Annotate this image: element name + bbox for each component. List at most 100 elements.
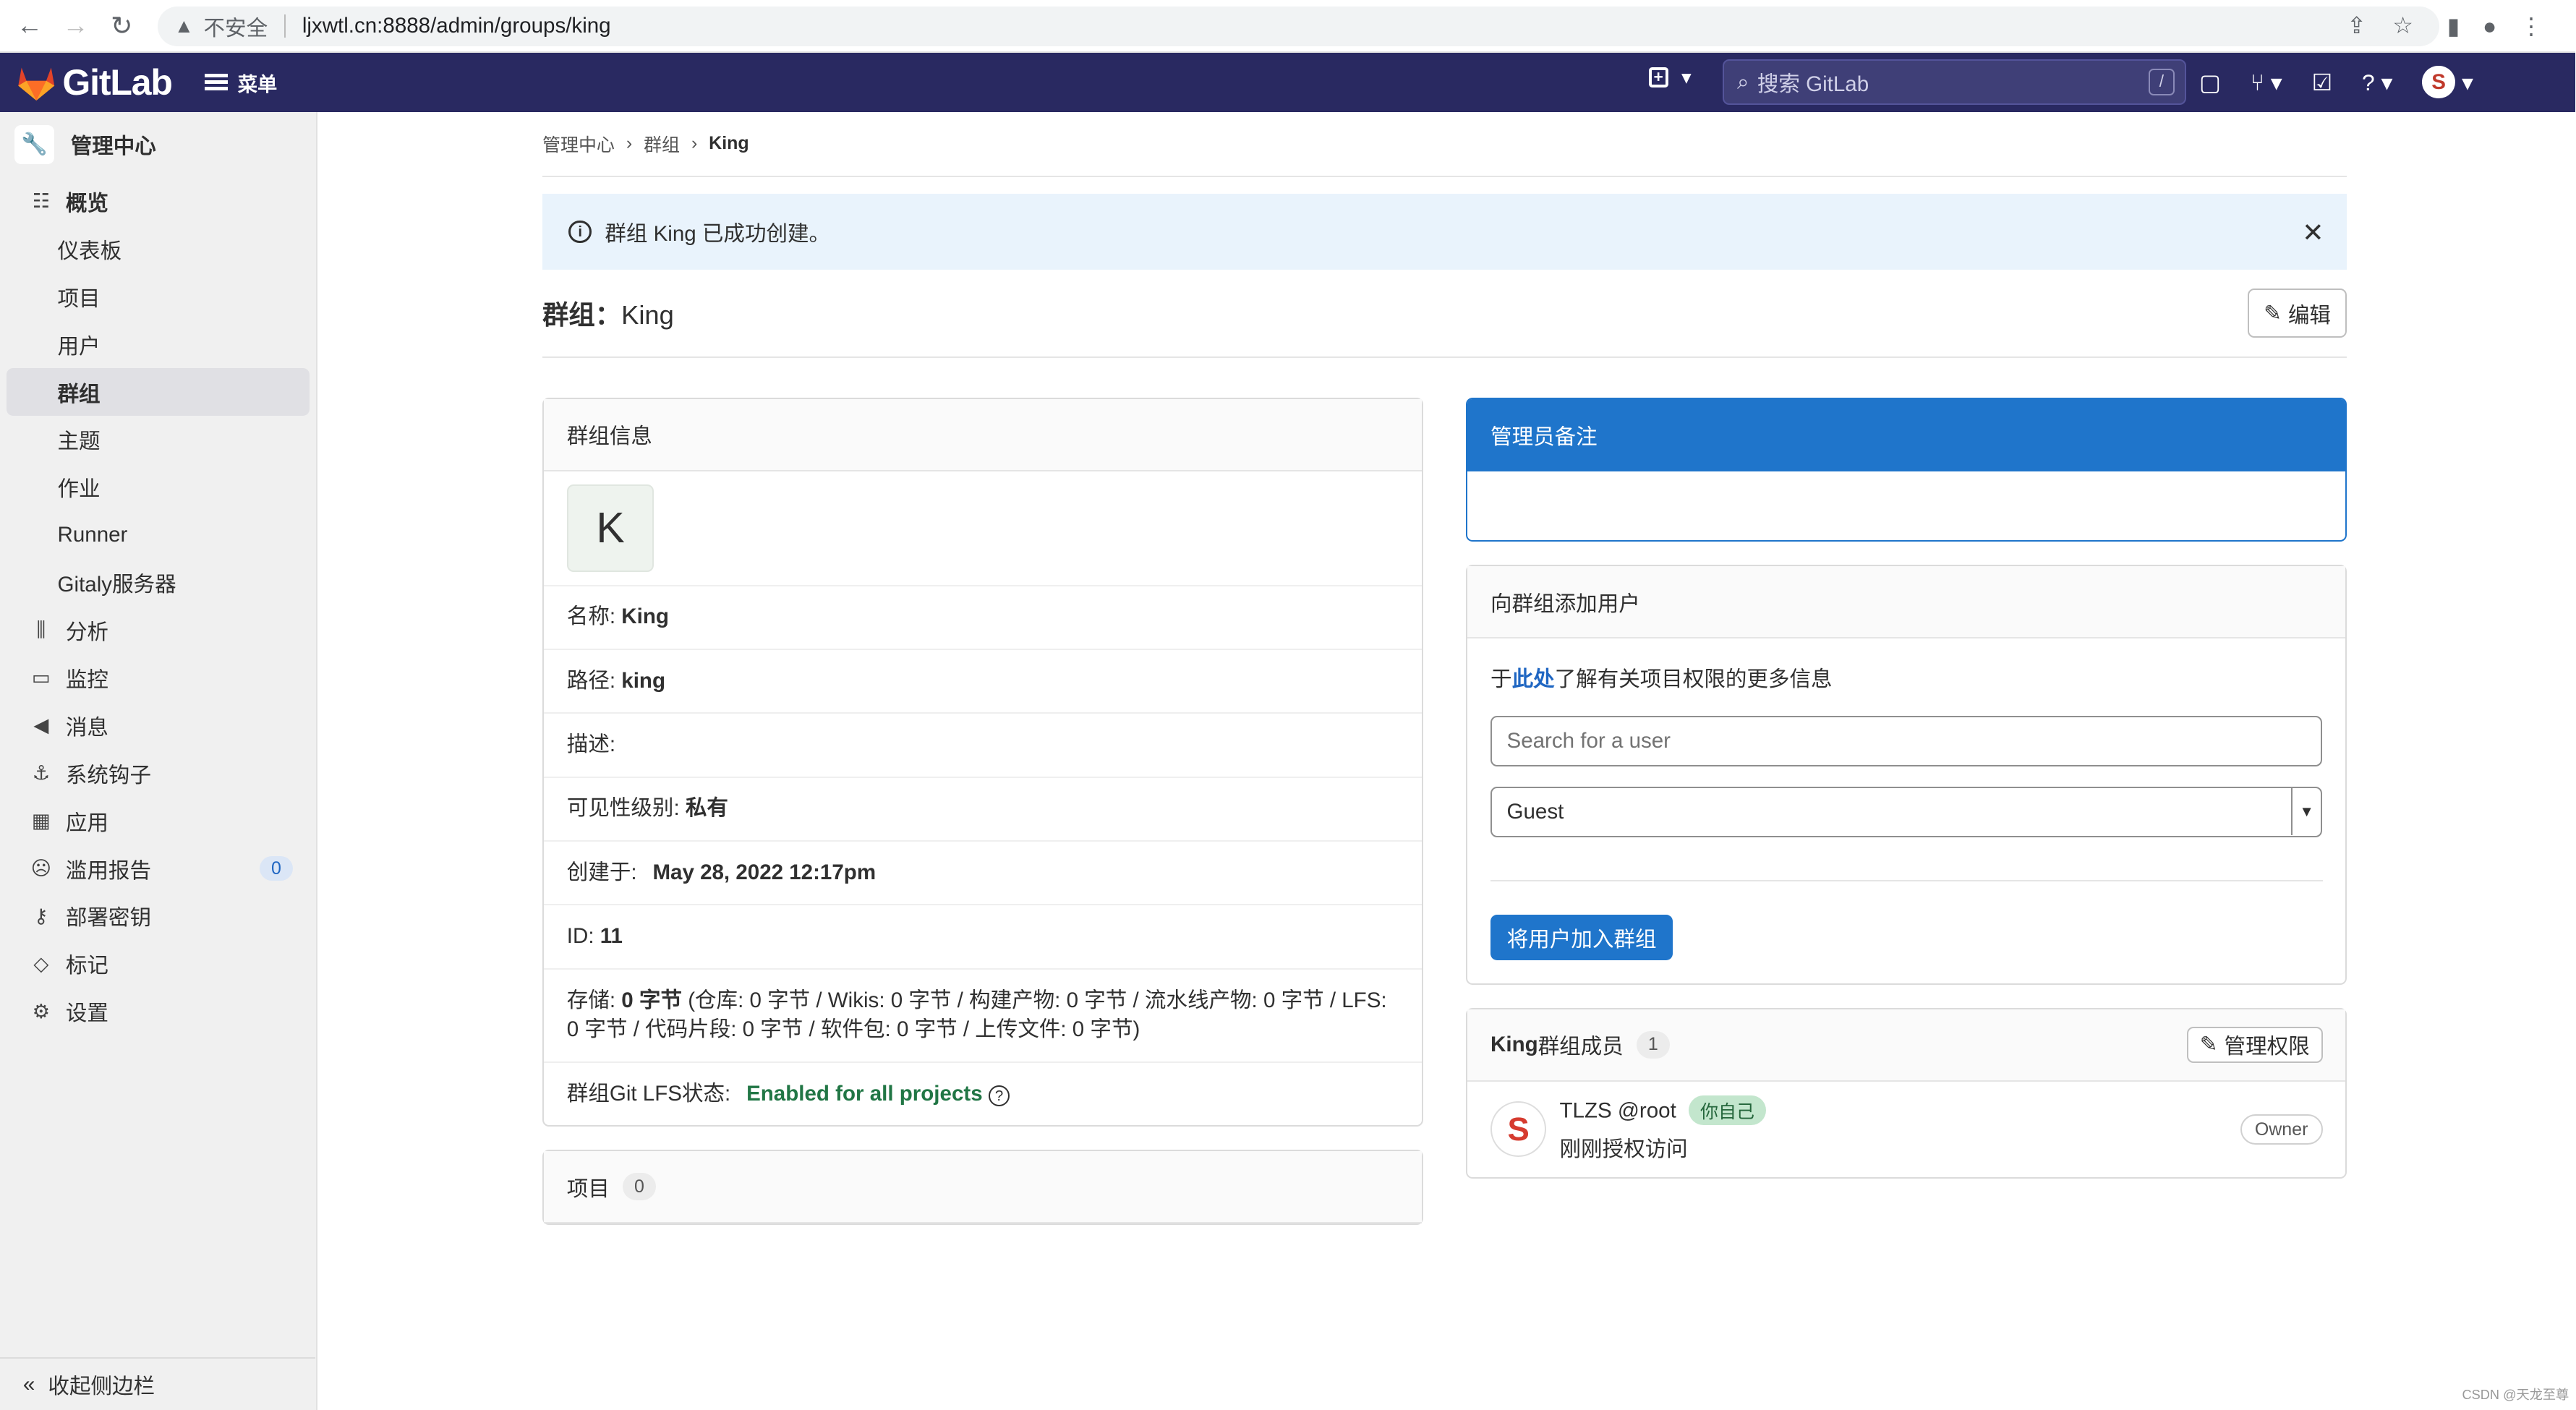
member-row[interactable]: S TLZS @root 你自己 刚刚授权访问 Owner <box>1467 1082 2345 1177</box>
field-label: 群组Git LFS状态: <box>566 1081 737 1106</box>
manage-access-button[interactable]: ✎ 管理权限 <box>2186 1026 2323 1063</box>
bookmark-star-icon[interactable]: ☆ <box>2392 12 2413 39</box>
tanuki-icon <box>17 67 54 101</box>
sidebar-item-users[interactable]: 用户 <box>7 320 309 368</box>
sidebar-item-label: 群组 <box>57 382 101 406</box>
breadcrumb-item[interactable]: 群组 <box>644 131 680 157</box>
sidebar-item-overview[interactable]: ☷ 概览 <box>7 177 309 225</box>
storage-detail: (仓库: 0 字节 / Wikis: 0 字节 / 构建产物: 0 字节 / 流… <box>566 988 1387 1042</box>
group-storage-row: 存储: 0 字节 (仓库: 0 字节 / Wikis: 0 字节 / 构建产物:… <box>543 970 1423 1064</box>
members-card: King 群组成员 1 ✎ 管理权限 S TLZS @root 你自己 刚刚授权… <box>1466 1007 2347 1179</box>
members-count-badge: 1 <box>1636 1030 1670 1059</box>
monitor-icon: ▭ <box>31 666 51 689</box>
sidebar-item-gitaly[interactable]: Gitaly服务器 <box>7 559 309 607</box>
sidebar-item-deploy-keys[interactable]: ⚷ 部署密钥 <box>7 892 309 940</box>
edit-button[interactable]: ✎ 编辑 <box>2247 288 2347 338</box>
todos-icon[interactable]: ☑ <box>2312 69 2333 96</box>
sidebar-item-label: Runner <box>57 522 128 547</box>
chevron-right-icon: › <box>691 133 698 154</box>
sidebar-item-label: 作业 <box>57 477 101 502</box>
edit-button-label: 编辑 <box>2287 303 2331 328</box>
sidebar-title[interactable]: 🔧 管理中心 <box>0 112 316 178</box>
sidebar-item-analytics[interactable]: ⫼ 分析 <box>7 607 309 654</box>
browser-toolbar: ← → ↻ ▲ 不安全 ljxwtl.cn:8888/admin/groups/… <box>0 0 2576 53</box>
sidebar-item-settings[interactable]: ⚙ 设置 <box>7 988 309 1035</box>
group-id-row: ID: 11 <box>543 905 1423 970</box>
label-icon: ◇ <box>33 952 49 975</box>
sidebar-item-applications[interactable]: ▦ 应用 <box>7 797 309 845</box>
search-placeholder: 搜索 GitLab <box>1757 72 1869 97</box>
members-heading: King 群组成员 1 ✎ 管理权限 <box>1467 1009 2346 1082</box>
permissions-help-link[interactable]: 此处 <box>1512 667 1555 691</box>
issues-icon[interactable]: ▢ <box>2199 69 2221 96</box>
menu-label: 菜单 <box>237 72 278 95</box>
avatar: S <box>1490 1101 1547 1158</box>
sidebar-item-monitoring[interactable]: ▭ 监控 <box>7 654 309 702</box>
admin-note-heading: 管理员备注 <box>1467 398 2346 471</box>
sidebar-item-projects[interactable]: 项目 <box>7 273 309 320</box>
analytics-icon: ⫼ <box>36 618 46 641</box>
group-description-row: 描述: <box>543 714 1423 778</box>
double-chevron-left-icon: « <box>22 1372 35 1396</box>
key-icon: ⚷ <box>33 904 48 927</box>
sidebar-item-jobs[interactable]: 作业 <box>7 463 309 511</box>
members-heading-suffix: 群组成员 <box>1538 1035 1624 1059</box>
success-alert: i 群组 King 已成功创建。 ✕ <box>542 194 2347 270</box>
sidebar-item-topics[interactable]: 主题 <box>7 416 309 463</box>
sidebar-item-label: 消息 <box>65 715 108 740</box>
field-label: 描述: <box>566 732 616 757</box>
gitlab-logo-text: GitLab <box>62 61 173 103</box>
add-user-to-group-button[interactable]: 将用户加入群组 <box>1490 914 1673 961</box>
collapse-sidebar-button[interactable]: « 收起侧边栏 <box>0 1357 316 1410</box>
plus-square-icon: + <box>1648 67 1668 87</box>
sidebar-item-system-hooks[interactable]: ⚓ 系统钩子 <box>7 749 309 797</box>
member-name: TLZS @root 你自己 <box>1559 1095 1766 1125</box>
field-label: 存储: <box>566 988 622 1012</box>
sidebar-item-labels[interactable]: ◇ 标记 <box>7 940 309 988</box>
projects-card: 项目 0 <box>542 1150 1424 1226</box>
breadcrumb-current[interactable]: King <box>709 133 749 154</box>
group-lfs-row: 群组Git LFS状态: Enabled for all projects ? <box>544 1063 1422 1125</box>
menu-button[interactable]: 菜单 <box>205 68 277 97</box>
sidebar-item-messages[interactable]: ◀ 消息 <box>7 701 309 749</box>
sidebar-item-label: 用户 <box>57 334 101 359</box>
member-info: TLZS @root 你自己 刚刚授权访问 <box>1559 1095 1766 1163</box>
sidebar-item-dashboard[interactable]: 仪表板 <box>7 225 309 273</box>
new-dropdown[interactable]: + ▾ <box>1648 66 1692 89</box>
sidebar-item-label: 监控 <box>65 667 108 692</box>
role-select[interactable]: Guest ▼ <box>1490 786 2323 837</box>
sidebar-item-groups[interactable]: 群组 <box>7 368 310 416</box>
help-icon[interactable]: ? ▾ <box>2362 69 2392 96</box>
user-search-input[interactable]: Search for a user <box>1490 715 2323 767</box>
overview-icon: ☷ <box>32 189 51 213</box>
forward-arrow-icon[interactable]: → <box>53 3 99 49</box>
group-created-row: 创建于: May 28, 2022 12:17pm <box>543 842 1423 906</box>
sidebar-item-runners[interactable]: Runner <box>7 511 309 559</box>
user-search-placeholder: Search for a user <box>1506 729 1671 753</box>
gitlab-header: GitLab 菜单 + ▾ ⌕ 搜索 GitLab / ▢ ⑂ ▾ ☑ ? ▾ … <box>0 52 2576 112</box>
merge-requests-icon[interactable]: ⑂ ▾ <box>2251 69 2282 96</box>
chevron-down-icon: ▼ <box>2291 787 2321 836</box>
more-vert-icon[interactable]: ⋮ <box>2520 12 2543 40</box>
role-select-value: Guest <box>1506 799 1564 824</box>
group-avatar: K <box>566 484 654 572</box>
side-panel-icon[interactable]: ▮ <box>2447 12 2460 40</box>
breadcrumb-item[interactable]: 管理中心 <box>542 131 615 157</box>
you-badge: 你自己 <box>1689 1095 1766 1125</box>
address-bar[interactable]: ▲ 不安全 ljxwtl.cn:8888/admin/groups/king <box>158 7 2439 46</box>
user-menu[interactable]: S ▾ <box>2422 65 2473 99</box>
search-input[interactable]: ⌕ 搜索 GitLab / <box>1722 59 2186 106</box>
profile-icon[interactable]: ● <box>2483 13 2496 40</box>
sidebar-item-abuse-reports[interactable]: ☹ 滥用报告 0 <box>7 845 309 892</box>
sidebar-item-label: 标记 <box>65 954 108 978</box>
gitlab-logo[interactable]: GitLab <box>17 61 173 103</box>
collapse-sidebar-label: 收起侧边栏 <box>48 1375 155 1399</box>
reload-icon[interactable]: ↻ <box>98 3 145 49</box>
member-display-name[interactable]: TLZS <box>1559 1099 1611 1123</box>
question-circle-icon[interactable]: ? <box>988 1085 1010 1107</box>
close-icon[interactable]: ✕ <box>2302 217 2324 248</box>
back-arrow-icon[interactable]: ← <box>7 3 53 49</box>
left-column: 群组信息 K 名称: King 路径: king 描述: 可见性级别: 私有 创… <box>542 397 1424 1248</box>
alert-text: 群组 King 已成功创建。 <box>605 221 831 246</box>
share-icon[interactable]: ⇪ <box>2347 12 2366 39</box>
